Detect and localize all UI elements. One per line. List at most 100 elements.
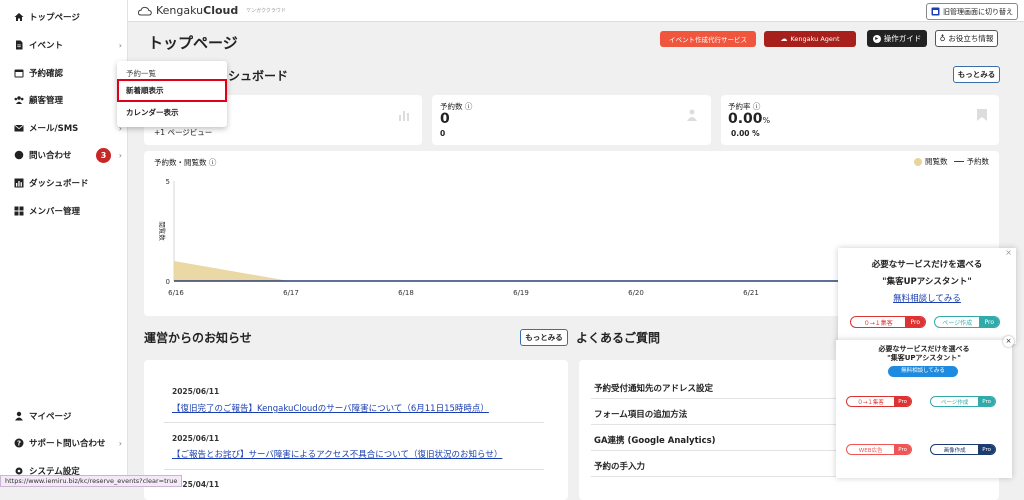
news-title: 運営からのお知らせ	[144, 331, 252, 345]
dashboard-section-title: シュボード	[228, 69, 289, 83]
divider	[591, 450, 851, 451]
status-bar-url: https://www.iemiru.biz/kc/reserve_events…	[0, 475, 183, 487]
news-more-button[interactable]: もっとみる	[520, 329, 568, 346]
info-icon: ⓘ	[464, 102, 473, 111]
x-tick-label: 6/16	[168, 289, 184, 297]
users-icon	[14, 96, 24, 104]
event-agency-button[interactable]: イベント作成代行サービス	[660, 31, 756, 47]
notification-badge: 3	[96, 147, 111, 163]
chevron-right-icon: ›	[118, 150, 122, 160]
bookmark-icon	[977, 109, 987, 121]
person-icon	[15, 411, 23, 421]
x-tick-label: 6/21	[743, 289, 759, 297]
sidebar-item-label: 顧客管理	[29, 96, 64, 106]
divider	[164, 422, 544, 423]
dropdown-item-calendar[interactable]: カレンダー表示	[126, 107, 179, 118]
popup-line2: "集客UPアシスタント"	[882, 277, 972, 287]
window-icon	[931, 7, 940, 16]
operation-guide-label: 操作ガイド	[883, 34, 922, 43]
faq-item[interactable]: 予約の手入力	[594, 460, 645, 472]
sidebar-item-members[interactable]: メンバー管理	[14, 201, 122, 221]
grid-icon	[14, 206, 24, 216]
cloud-icon: ☁	[780, 35, 788, 43]
operation-guide-button[interactable]: ▸ 操作ガイド	[867, 30, 927, 47]
sidebar-item-dashboard[interactable]: ダッシュボード	[14, 173, 122, 193]
page-title: トップページ	[148, 34, 238, 52]
popup-badge-zero-one: ０→１集客 Pro	[850, 316, 926, 328]
y-tick-label: 0	[166, 278, 170, 286]
users-icon	[687, 109, 697, 121]
lightbulb-icon: ♁	[939, 34, 946, 43]
dropdown-header: 予約一覧	[126, 69, 156, 78]
sidebar-item-label: 予約確認	[29, 69, 64, 79]
x-tick-label: 6/20	[628, 289, 644, 297]
stat-value: 0.00%	[728, 111, 771, 127]
event-agency-label: イベント作成代行サービス	[669, 36, 747, 44]
sidebar-item-label: メンバー管理	[29, 207, 81, 217]
news-link[interactable]: 【復旧完了のご報告】KengakuCloudのサーバ障害について（6月11日15…	[172, 402, 489, 414]
stat-card-reservations: 予約数 ⓘ 0 0	[432, 95, 711, 145]
promo-popup-1: × 必要なサービスだけを選べる "集客UPアシスタント" 無料相談してみる ０→…	[838, 248, 1016, 344]
chart-icon	[14, 178, 24, 188]
popup-badge-image: 画像作成 Pro	[930, 444, 996, 455]
sidebar-item-label: サポート問い合わせ	[29, 439, 106, 449]
series-area-views	[174, 261, 749, 281]
brand-name: KengakuCloud	[156, 4, 239, 17]
chat-icon	[14, 150, 24, 160]
useful-info-button[interactable]: ♁ お役立ち情報	[935, 30, 998, 47]
popup-consult-button[interactable]: 無料相談してみる	[888, 366, 958, 377]
divider	[591, 476, 851, 477]
sidebar-item-label: 問い合わせ	[29, 151, 72, 161]
switch-old-admin-button[interactable]: 旧管理画面に切り替え	[926, 3, 1018, 20]
news-date: 2025/06/11	[172, 387, 220, 396]
popup-badge-page: ページ作成 Pro	[934, 316, 1000, 328]
stat-sub: +1 ページビュー	[154, 128, 213, 137]
guide-icon: ▸	[872, 34, 881, 43]
sidebar: トップページ イベント › 予約確認 › 顧客管理 › メール/SMS › 問い…	[0, 0, 128, 487]
stat-sub: 0	[440, 129, 446, 138]
faq-title: よくあるご質問	[576, 331, 661, 345]
stat-value: 0	[440, 111, 450, 127]
logo[interactable]: KengakuCloud ケンガククラウド	[138, 4, 286, 17]
popup-badge-web-ad: WEB広告 Pro	[846, 444, 912, 455]
cloud-icon	[138, 6, 152, 15]
document-icon	[16, 40, 23, 50]
useful-info-label: お役立ち情報	[948, 34, 994, 43]
promo-popup-2: × 必要なサービスだけを選べる "集客UPアシスタント" 無料相談してみる ０→…	[836, 336, 1014, 478]
sidebar-item-label: トップページ	[29, 13, 80, 23]
calendar-icon	[14, 69, 24, 78]
sidebar-item-mail[interactable]: メール/SMS ›	[14, 118, 122, 138]
sidebar-item-reservation[interactable]: 予約確認 ›	[14, 63, 122, 83]
sidebar-item-label: メール/SMS	[29, 124, 79, 134]
news-link[interactable]: 【ご報告とお詫び】サーバ障害によるアクセス不具合について（復旧状況のお知らせ）	[172, 448, 502, 460]
popup-line1: 必要なサービスだけを選べる	[871, 260, 983, 270]
sidebar-item-event[interactable]: イベント ›	[14, 35, 122, 55]
popup-badge-page: ページ作成 Pro	[930, 396, 996, 407]
x-tick-label: 6/18	[398, 289, 414, 297]
sidebar-item-support[interactable]: ? サポート問い合わせ ›	[14, 433, 122, 453]
mail-icon	[14, 124, 24, 132]
close-icon[interactable]: ×	[1005, 248, 1012, 257]
top-bar: KengakuCloud ケンガククラウド 旧管理画面に切り替え	[128, 0, 1024, 22]
faq-item[interactable]: GA連携 (Google Analytics)	[594, 434, 716, 446]
x-tick-label: 6/19	[513, 289, 529, 297]
sidebar-item-inquiry[interactable]: 問い合わせ 3 ›	[14, 145, 122, 165]
divider	[591, 398, 851, 399]
bar-chart-icon	[399, 111, 409, 121]
chevron-right-icon: ›	[118, 40, 122, 50]
faq-item[interactable]: フォーム項目の追加方法	[594, 408, 687, 420]
divider	[164, 469, 544, 470]
kengaku-agent-button[interactable]: ☁ Kengaku Agent	[764, 31, 856, 47]
sidebar-item-customers[interactable]: 顧客管理 ›	[14, 90, 122, 110]
y-axis-label: 閲覧数	[158, 221, 167, 241]
help-icon: ?	[14, 438, 24, 448]
sidebar-item-top[interactable]: トップページ	[14, 7, 122, 27]
stat-card-reservation-rate: 予約率 ⓘ 0.00% 0.00 %	[721, 95, 999, 145]
stat-sub: 0.00 %	[731, 129, 760, 138]
x-tick-label: 6/17	[283, 289, 299, 297]
chevron-right-icon: ›	[118, 438, 122, 448]
popup-consult-link[interactable]: 無料相談してみる	[838, 292, 1016, 304]
dashboard-more-button[interactable]: もっとみる	[953, 66, 1000, 83]
sidebar-item-mypage[interactable]: マイページ	[14, 406, 122, 426]
faq-item[interactable]: 予約受付通知先のアドレス設定	[594, 382, 713, 394]
